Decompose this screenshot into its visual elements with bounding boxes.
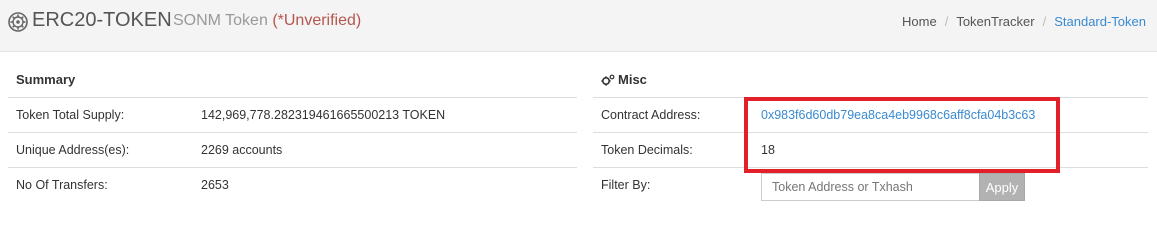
breadcrumb-separator: / (944, 14, 949, 29)
total-supply-value: 142,969,778.282319461665500213 TOKEN (201, 108, 446, 122)
breadcrumb: Home / TokenTracker / Standard-Token (902, 14, 1146, 29)
cogs-icon (601, 74, 615, 86)
summary-row-total-supply: Token Total Supply: 142,969,778.28231946… (8, 98, 577, 133)
breadcrumb-standard-token[interactable]: Standard-Token (1054, 14, 1146, 29)
token-name: SONM Token (173, 12, 268, 29)
page-title: ERC20-TOKEN (32, 9, 172, 31)
apply-button[interactable]: Apply (979, 173, 1025, 201)
summary-heading: Summary (8, 62, 577, 98)
misc-row-filter: Filter By: Apply (593, 168, 1148, 203)
unique-addresses-label: Unique Address(es): (16, 143, 130, 157)
misc-heading: Misc (593, 62, 1148, 98)
summary-panel: Summary Token Total Supply: 142,969,778.… (8, 62, 577, 203)
total-supply-label: Token Total Supply: (16, 108, 125, 122)
token-subtitle: SONM Token (*Unverified) (173, 12, 361, 30)
transfers-value: 2653 (201, 178, 229, 192)
highlight-box (744, 97, 1060, 173)
filter-input[interactable] (761, 173, 979, 201)
transfers-label: No Of Transfers: (16, 178, 108, 192)
breadcrumb-separator: / (1042, 14, 1047, 29)
summary-row-transfers: No Of Transfers: 2653 (8, 168, 577, 203)
summary-row-unique-addresses: Unique Address(es): 2269 accounts (8, 133, 577, 168)
token-decimals-label: Token Decimals: (601, 143, 693, 157)
filter-by-label: Filter By: (601, 178, 651, 192)
breadcrumb-tokentracker[interactable]: TokenTracker (956, 14, 1034, 29)
gear-emblem-icon (8, 12, 28, 32)
unverified-badge: (*Unverified) (272, 12, 362, 29)
unique-addresses-value: 2269 accounts (201, 143, 283, 157)
misc-heading-label: Misc (618, 72, 647, 87)
contract-address-label: Contract Address: (601, 108, 701, 122)
breadcrumb-home[interactable]: Home (902, 14, 937, 29)
page-header: ERC20-TOKEN SONM Token (*Unverified) Hom… (0, 0, 1157, 52)
